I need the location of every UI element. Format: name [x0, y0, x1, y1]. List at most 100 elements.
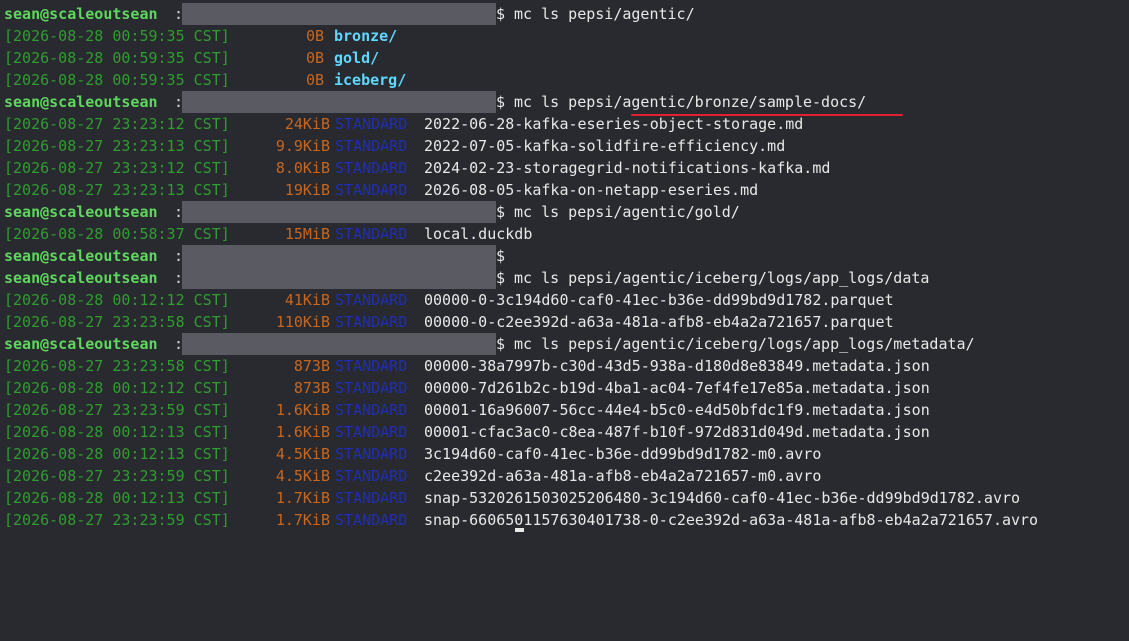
- list-item: [2026-08-28 00:59:35 CST] 0B gold/: [4, 47, 1129, 69]
- file-size: 0B: [305, 49, 324, 67]
- file-name: local.duckdb: [424, 225, 533, 243]
- command-text: mc ls pepsi/agentic/iceberg/logs/app_log…: [514, 269, 930, 287]
- prompt-user: sean@scaleoutsean: [4, 93, 158, 111]
- list-item: [2026-08-27 23:23:59 CST] 4.5KiB STANDAR…: [4, 465, 1129, 487]
- timestamp: [2026-08-27 23:23:59 CST]: [4, 511, 230, 529]
- timestamp: [2026-08-28 00:12:13 CST]: [4, 489, 230, 507]
- storage-class: STANDARD: [335, 137, 408, 155]
- file-name: 00000-0-3c194d60-caf0-41ec-b36e-dd99bd9d…: [424, 291, 894, 309]
- file-size: 1.7KiB: [275, 489, 330, 507]
- file-name: 2022-07-05-kafka-solidfire-efficiency.md: [424, 137, 786, 155]
- timestamp: [2026-08-27 23:23:59 CST]: [4, 467, 230, 485]
- prompt-user: sean@scaleoutsean: [4, 269, 158, 287]
- command-text: mc ls pepsi/agentic/iceberg/logs/app_log…: [514, 335, 975, 353]
- prompt-user: sean@scaleoutsean: [4, 247, 158, 265]
- redacted-path: [182, 3, 496, 25]
- timestamp: [2026-08-28 00:59:35 CST]: [4, 71, 230, 89]
- timestamp: [2026-08-28 00:12:12 CST]: [4, 379, 230, 397]
- redacted-path: [182, 201, 496, 223]
- file-name: 2026-08-05-kafka-on-netapp-eseries.md: [424, 181, 759, 199]
- storage-class: STANDARD: [335, 313, 408, 331]
- timestamp: [2026-08-27 23:23:58 CST]: [4, 357, 230, 375]
- prompt-dollar: $: [496, 203, 506, 221]
- file-size: 873B: [293, 379, 330, 397]
- list-item: [2026-08-28 00:12:13 CST] 1.6KiB STANDAR…: [4, 421, 1129, 443]
- prompt-dollar: $: [496, 247, 506, 265]
- file-size: 110KiB: [275, 313, 330, 331]
- prompt-dollar: $: [496, 5, 506, 23]
- redacted-path: [182, 333, 496, 355]
- prompt-line: sean@scaleoutsean : $ mc ls pepsi/agenti…: [4, 91, 1129, 113]
- prompt-user: sean@scaleoutsean: [4, 335, 158, 353]
- timestamp: [2026-08-28 00:12:12 CST]: [4, 291, 230, 309]
- list-item: [2026-08-28 00:59:35 CST] 0B iceberg/: [4, 69, 1129, 91]
- list-item: [2026-08-28 00:12:12 CST] 41KiB STANDARD…: [4, 289, 1129, 311]
- prompt-line: sean@scaleoutsean : $: [4, 245, 1129, 267]
- file-size: 41KiB: [284, 291, 330, 309]
- list-item: [2026-08-27 23:23:58 CST] 873B STANDARD …: [4, 355, 1129, 377]
- file-name: 00000-7d261b2c-b19d-4ba1-ac04-7ef4fe17e8…: [424, 379, 930, 397]
- prompt-user: sean@scaleoutsean: [4, 203, 158, 221]
- file-name: 2022-06-28-kafka-eseries-object-storage.…: [424, 115, 804, 133]
- timestamp: [2026-08-27 23:23:59 CST]: [4, 401, 230, 419]
- file-size: 4.5KiB: [275, 445, 330, 463]
- command-text: mc ls pepsi/agentic/: [514, 5, 695, 23]
- storage-class: STANDARD: [335, 423, 408, 441]
- prompt-line: sean@scaleoutsean : $ mc ls pepsi/agenti…: [4, 201, 1129, 223]
- file-size: 873B: [293, 357, 330, 375]
- terminal-window[interactable]: sean@scaleoutsean : $ mc ls pepsi/agenti…: [0, 0, 1129, 533]
- list-item: [2026-08-28 00:59:35 CST] 0B bronze/: [4, 25, 1129, 47]
- storage-class: STANDARD: [335, 159, 408, 177]
- file-name: 3c194d60-caf0-41ec-b36e-dd99bd9d1782-m0.…: [424, 445, 822, 463]
- storage-class: STANDARD: [335, 379, 408, 397]
- list-item: [2026-08-28 00:12:13 CST] 4.5KiB STANDAR…: [4, 443, 1129, 465]
- redacted-path: [182, 267, 496, 289]
- prompt-line: sean@scaleoutsean : $ mc ls pepsi/agenti…: [4, 333, 1129, 355]
- file-name: snap-5320261503025206480-3c194d60-caf0-4…: [424, 489, 1021, 507]
- redacted-path: [182, 245, 496, 267]
- prompt-dollar: $: [496, 335, 506, 353]
- storage-class: STANDARD: [335, 401, 408, 419]
- file-size: 1.6KiB: [275, 423, 330, 441]
- file-size: 4.5KiB: [275, 467, 330, 485]
- timestamp: [2026-08-28 00:12:13 CST]: [4, 423, 230, 441]
- file-size: 0B: [305, 27, 324, 45]
- file-size: 1.7KiB: [275, 511, 330, 529]
- file-name: 2024-02-23-storagegrid-notifications-kaf…: [424, 159, 831, 177]
- timestamp: [2026-08-27 23:23:58 CST]: [4, 313, 230, 331]
- redacted-path: [182, 91, 496, 113]
- storage-class: STANDARD: [335, 225, 408, 243]
- file-size: 9.9KiB: [275, 137, 330, 155]
- list-item: [2026-08-28 00:12:13 CST] 1.7KiB STANDAR…: [4, 487, 1129, 509]
- timestamp: [2026-08-27 23:23:12 CST]: [4, 115, 230, 133]
- prompt-line: sean@scaleoutsean : $ mc ls pepsi/agenti…: [4, 267, 1129, 289]
- timestamp: [2026-08-27 23:23:13 CST]: [4, 137, 230, 155]
- storage-class: STANDARD: [335, 445, 408, 463]
- command-text: mc ls pepsi/agentic/gold/: [514, 203, 740, 221]
- file-name: c2ee392d-a63a-481a-afb8-eb4a2a721657-m0.…: [424, 467, 822, 485]
- list-item: [2026-08-28 00:12:12 CST] 873B STANDARD …: [4, 377, 1129, 399]
- terminal-cursor: [515, 528, 524, 532]
- storage-class: STANDARD: [335, 467, 408, 485]
- timestamp: [2026-08-28 00:58:37 CST]: [4, 225, 230, 243]
- timestamp: [2026-08-27 23:23:12 CST]: [4, 159, 230, 177]
- timestamp: [2026-08-27 23:23:13 CST]: [4, 181, 230, 199]
- list-item: [2026-08-27 23:23:12 CST] 24KiB STANDARD…: [4, 113, 1129, 135]
- file-name: 00001-cfac3ac0-c8ea-487f-b10f-972d831d04…: [424, 423, 930, 441]
- file-size: 19KiB: [284, 181, 330, 199]
- file-size: 15MiB: [284, 225, 330, 243]
- list-item: [2026-08-27 23:23:59 CST] 1.7KiB STANDAR…: [4, 509, 1129, 531]
- storage-class: STANDARD: [335, 291, 408, 309]
- file-name: 00001-16a96007-56cc-44e4-b5c0-e4d50bfdc1…: [424, 401, 930, 419]
- timestamp: [2026-08-28 00:59:35 CST]: [4, 27, 230, 45]
- storage-class: STANDARD: [335, 489, 408, 507]
- prompt-line: sean@scaleoutsean : $ mc ls pepsi/agenti…: [4, 3, 1129, 25]
- directory-name: bronze/: [334, 27, 398, 45]
- list-item: [2026-08-27 23:23:13 CST] 9.9KiB STANDAR…: [4, 135, 1129, 157]
- list-item: [2026-08-27 23:23:13 CST] 19KiB STANDARD…: [4, 179, 1129, 201]
- file-size: 24KiB: [284, 115, 330, 133]
- list-item: [2026-08-27 23:23:59 CST] 1.6KiB STANDAR…: [4, 399, 1129, 421]
- list-item: [2026-08-27 23:23:12 CST] 8.0KiB STANDAR…: [4, 157, 1129, 179]
- list-item: [2026-08-27 23:23:58 CST] 110KiB STANDAR…: [4, 311, 1129, 333]
- file-name: 00000-38a7997b-c30d-43d5-938a-d180d8e838…: [424, 357, 930, 375]
